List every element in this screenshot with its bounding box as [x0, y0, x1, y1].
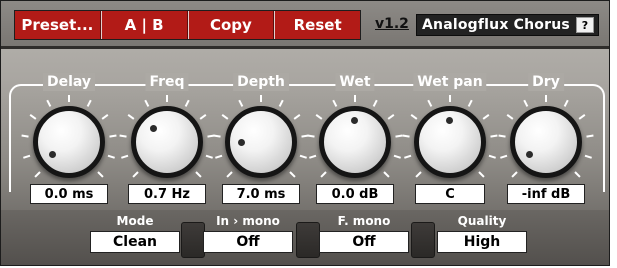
- quality-label: Quality: [457, 214, 507, 228]
- mode-selector[interactable]: Clean: [90, 231, 180, 253]
- wet-pan-label: Wet pan: [413, 73, 487, 91]
- freq-knob[interactable]: [131, 106, 203, 178]
- wet-pan-knob-indicator: [446, 117, 453, 124]
- preset-button[interactable]: Preset...: [15, 11, 101, 39]
- depth-label: Depth: [233, 73, 289, 91]
- dry-label: Dry: [528, 73, 564, 91]
- toolbar: Preset... A | B Copy Reset v1.2 Analogfl…: [1, 1, 609, 49]
- plugin-title-box: Analogflux Chorus ?: [416, 14, 599, 36]
- wet-label: Wet: [335, 73, 375, 91]
- f-mono-label: F. mono: [337, 214, 391, 228]
- options-separator: [296, 222, 320, 258]
- delay-knob[interactable]: [33, 106, 105, 178]
- freq-label: Freq: [145, 73, 189, 91]
- preset-button-group: Preset... A | B Copy Reset: [14, 10, 361, 40]
- freq-knob-indicator: [150, 125, 157, 132]
- in-mono-label: In › mono: [216, 214, 280, 228]
- f-mono-toggle[interactable]: Off: [319, 231, 409, 253]
- in-mono-toggle[interactable]: Off: [203, 231, 293, 253]
- wet-knob-indicator: [351, 117, 358, 124]
- dry-value[interactable]: -inf dB: [507, 184, 585, 204]
- depth-knob-indicator: [238, 139, 245, 146]
- freq-value[interactable]: 0.7 Hz: [128, 184, 206, 204]
- wet-value[interactable]: 0.0 dB: [316, 184, 394, 204]
- wet-pan-knob[interactable]: [414, 106, 486, 178]
- dry-knob-indicator: [526, 151, 533, 158]
- copy-button[interactable]: Copy: [187, 11, 275, 39]
- options-separator: [411, 222, 435, 258]
- depth-value[interactable]: 7.0 ms: [222, 184, 300, 204]
- depth-knob[interactable]: [225, 106, 297, 178]
- delay-value[interactable]: 0.0 ms: [30, 184, 108, 204]
- delay-label: Delay: [42, 73, 96, 91]
- reset-button[interactable]: Reset: [274, 11, 360, 39]
- dry-knob[interactable]: [510, 106, 582, 178]
- version-label[interactable]: v1.2: [375, 16, 409, 32]
- plugin-window: Preset... A | B Copy Reset v1.2 Analogfl…: [0, 0, 610, 266]
- help-button[interactable]: ?: [576, 17, 594, 33]
- plugin-title: Analogflux Chorus: [422, 17, 570, 33]
- wet-pan-value[interactable]: C: [415, 184, 485, 204]
- options-separator: [181, 222, 205, 258]
- mode-label: Mode: [116, 214, 154, 228]
- delay-knob-indicator: [49, 151, 56, 158]
- quality-selector[interactable]: High: [437, 231, 527, 253]
- wet-knob[interactable]: [319, 106, 391, 178]
- ab-compare-button[interactable]: A | B: [100, 11, 188, 39]
